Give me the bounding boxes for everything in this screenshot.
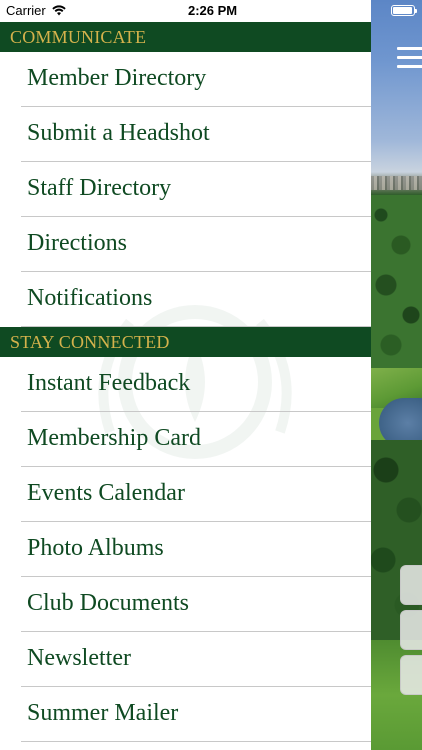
side-tab-button[interactable] <box>400 610 422 650</box>
menu-item-label: Summer Mailer <box>27 700 179 726</box>
menu-item-newsletter[interactable]: Newsletter <box>21 632 371 687</box>
wifi-icon <box>52 5 66 16</box>
menu-item-submit-a-headshot[interactable]: Submit a Headshot <box>21 107 371 162</box>
side-menu: COMMUNICATE Member Directory Submit a Head… <box>0 22 371 750</box>
menu-item-member-directory[interactable]: Member Directory <box>21 52 371 107</box>
menu-item-club-documents[interactable]: Club Documents <box>21 577 371 632</box>
menu-item-staff-directory[interactable]: Staff Directory <box>21 162 371 217</box>
menu-item-label: Submit a Headshot <box>27 120 210 146</box>
menu-item-events-calendar[interactable]: Events Calendar <box>21 467 371 522</box>
tree-line <box>371 195 422 370</box>
hamburger-menu-icon[interactable] <box>397 47 422 73</box>
menu-item-photo-albums[interactable]: Photo Albums <box>21 522 371 577</box>
side-tab-button[interactable] <box>400 655 422 695</box>
menu-item-label: Membership Card <box>27 425 201 451</box>
carrier-label: Carrier <box>6 3 46 18</box>
menu-item-label: Directions <box>27 230 127 256</box>
menu-item-instant-feedback[interactable]: Instant Feedback <box>21 357 371 412</box>
side-tab-button[interactable] <box>400 565 422 605</box>
battery-icon <box>391 5 417 16</box>
section-header: COMMUNICATE <box>0 22 371 52</box>
menu-item-label: Staff Directory <box>27 175 172 201</box>
menu-item-directions[interactable]: Directions <box>21 217 371 272</box>
menu-item-summer-mailer[interactable]: Summer Mailer <box>21 687 371 742</box>
menu-item-membership-card[interactable]: Membership Card <box>21 412 371 467</box>
menu-item-label: Club Documents <box>27 590 189 616</box>
menu-item-label: Photo Albums <box>27 535 164 561</box>
status-bar: Carrier 2:26 PM <box>0 0 371 22</box>
screen: Carrier 2:26 PM COMMUNICATE Member Direct… <box>0 0 422 750</box>
menu-item-label: Instant Feedback <box>27 370 191 396</box>
menu-item-notifications[interactable]: Notifications <box>21 272 371 327</box>
menu-item-label: Events Calendar <box>27 480 185 506</box>
clock: 2:26 PM <box>188 3 238 18</box>
section-header: STAY CONNECTED <box>0 327 371 357</box>
menu-item-label: Notifications <box>27 285 153 311</box>
background-image <box>371 0 422 750</box>
menu-item-label: Member Directory <box>27 65 207 91</box>
city-skyline <box>371 176 422 190</box>
menu-item-label: Newsletter <box>27 645 131 671</box>
